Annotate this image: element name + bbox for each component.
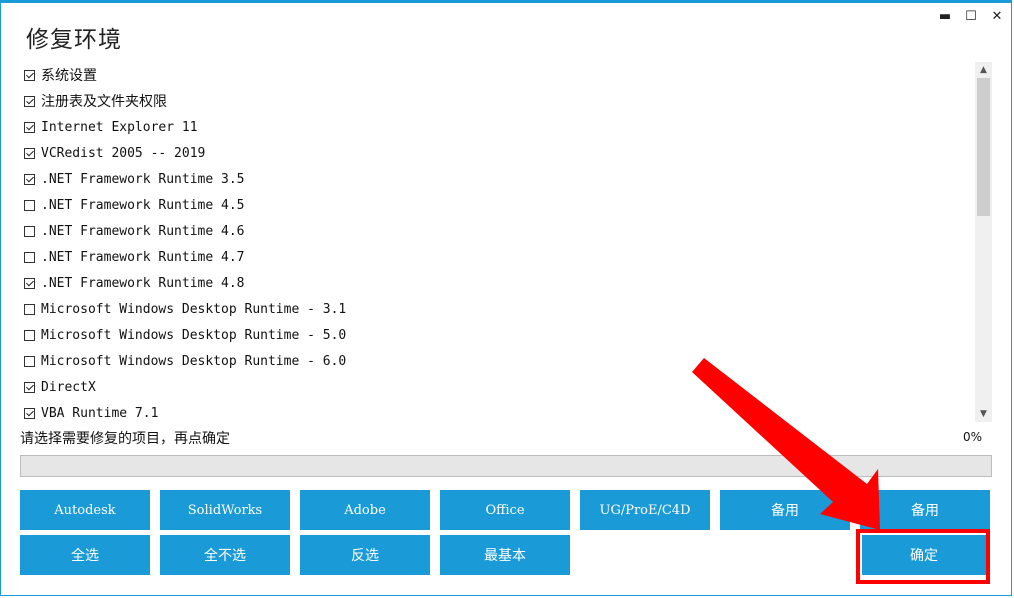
list-item[interactable]: DirectX <box>20 374 96 400</box>
close-icon[interactable]: ✕ <box>989 9 1005 24</box>
list-item-label: Internet Explorer 11 <box>41 119 198 135</box>
list-item-label: 系统设置 <box>41 68 97 84</box>
progress-percent: 0% <box>962 430 982 444</box>
select-all-button[interactable]: 全选 <box>20 535 150 575</box>
minimize-icon[interactable]: ▬ <box>937 9 953 24</box>
ug-proe-c4d-button[interactable]: UG/ProE/C4D <box>580 490 710 530</box>
maximize-icon[interactable]: ☐ <box>963 9 979 24</box>
adobe-button[interactable]: Adobe <box>300 490 430 530</box>
list-item[interactable]: Internet Explorer 11 <box>20 114 198 140</box>
list-item-label: 注册表及文件夹权限 <box>41 94 167 110</box>
list-item[interactable]: .NET Framework Runtime 4.5 <box>20 192 245 218</box>
checkbox-checked[interactable] <box>24 381 35 393</box>
list-item-label: .NET Framework Runtime 4.5 <box>41 197 245 213</box>
scrollbar-thumb[interactable] <box>977 78 990 216</box>
list-item[interactable]: .NET Framework Runtime 4.7 <box>20 244 245 270</box>
checkbox-checked[interactable] <box>24 173 35 185</box>
list-item[interactable]: Microsoft Windows Desktop Runtime - 5.0 <box>20 322 346 348</box>
window-title: 修复环境 <box>26 27 122 53</box>
progress-bar <box>20 455 992 477</box>
checkbox-checked[interactable] <box>24 147 35 159</box>
checkbox-unchecked[interactable] <box>24 251 35 263</box>
confirm-button[interactable]: 确定 <box>862 535 986 575</box>
list-scrollbar[interactable]: ▲ ▼ <box>975 62 992 422</box>
list-item-label: .NET Framework Runtime 4.6 <box>41 223 245 239</box>
list-item[interactable]: Microsoft Windows Desktop Runtime - 6.0 <box>20 348 346 374</box>
checkbox-unchecked[interactable] <box>24 225 35 237</box>
office-button[interactable]: Office <box>440 490 570 530</box>
list-item[interactable]: .NET Framework Runtime 3.5 <box>20 166 245 192</box>
list-item-label: DirectX <box>41 379 96 395</box>
checkbox-checked[interactable] <box>24 95 35 107</box>
scroll-up-arrow-icon[interactable]: ▲ <box>975 62 992 78</box>
list-item[interactable]: Microsoft Windows Desktop Runtime - 3.1 <box>20 296 346 322</box>
checkbox-checked[interactable] <box>24 277 35 289</box>
list-item-label: Microsoft Windows Desktop Runtime - 3.1 <box>41 301 347 317</box>
spare-button-1[interactable]: 备用 <box>720 490 850 530</box>
list-item[interactable]: .NET Framework Runtime 4.8 <box>20 270 245 296</box>
scroll-down-arrow-icon[interactable]: ▼ <box>975 406 992 422</box>
minimal-button[interactable]: 最基本 <box>440 535 570 575</box>
status-message: 请选择需要修复的项目，再点确定 <box>20 431 230 447</box>
list-item-label: .NET Framework Runtime 4.7 <box>41 249 245 265</box>
list-item-label: Microsoft Windows Desktop Runtime - 6.0 <box>41 353 347 369</box>
checkbox-checked[interactable] <box>24 121 35 133</box>
list-item[interactable]: VBA Runtime 7.1 <box>20 400 158 422</box>
checkbox-checked[interactable] <box>24 407 35 419</box>
list-item-label: Microsoft Windows Desktop Runtime - 5.0 <box>41 327 347 343</box>
checkbox-unchecked[interactable] <box>24 355 35 367</box>
spare-button-2[interactable]: 备用 <box>860 490 990 530</box>
checkbox-unchecked[interactable] <box>24 199 35 211</box>
repair-item-list: 系统设置注册表及文件夹权限 Internet Explorer 11 VCRedis… <box>20 62 975 422</box>
invert-selection-button[interactable]: 反选 <box>300 535 430 575</box>
checkbox-unchecked[interactable] <box>24 303 35 315</box>
autodesk-button[interactable]: Autodesk <box>20 490 150 530</box>
list-item-label: VBA Runtime 7.1 <box>41 405 159 421</box>
list-item-label: .NET Framework Runtime 4.8 <box>41 275 245 291</box>
list-item[interactable]: VCRedist 2005 -- 2019 <box>20 140 205 166</box>
solidworks-button[interactable]: SolidWorks <box>160 490 290 530</box>
select-none-button[interactable]: 全不选 <box>160 535 290 575</box>
checkbox-unchecked[interactable] <box>24 329 35 341</box>
list-item[interactable]: 系统设置 <box>20 62 97 88</box>
checkbox-checked[interactable] <box>24 69 35 81</box>
list-item-label: .NET Framework Runtime 3.5 <box>41 171 245 187</box>
list-item-label: VCRedist 2005 -- 2019 <box>41 145 206 161</box>
list-item[interactable]: 注册表及文件夹权限 <box>20 88 167 114</box>
list-item[interactable]: .NET Framework Runtime 4.6 <box>20 218 245 244</box>
